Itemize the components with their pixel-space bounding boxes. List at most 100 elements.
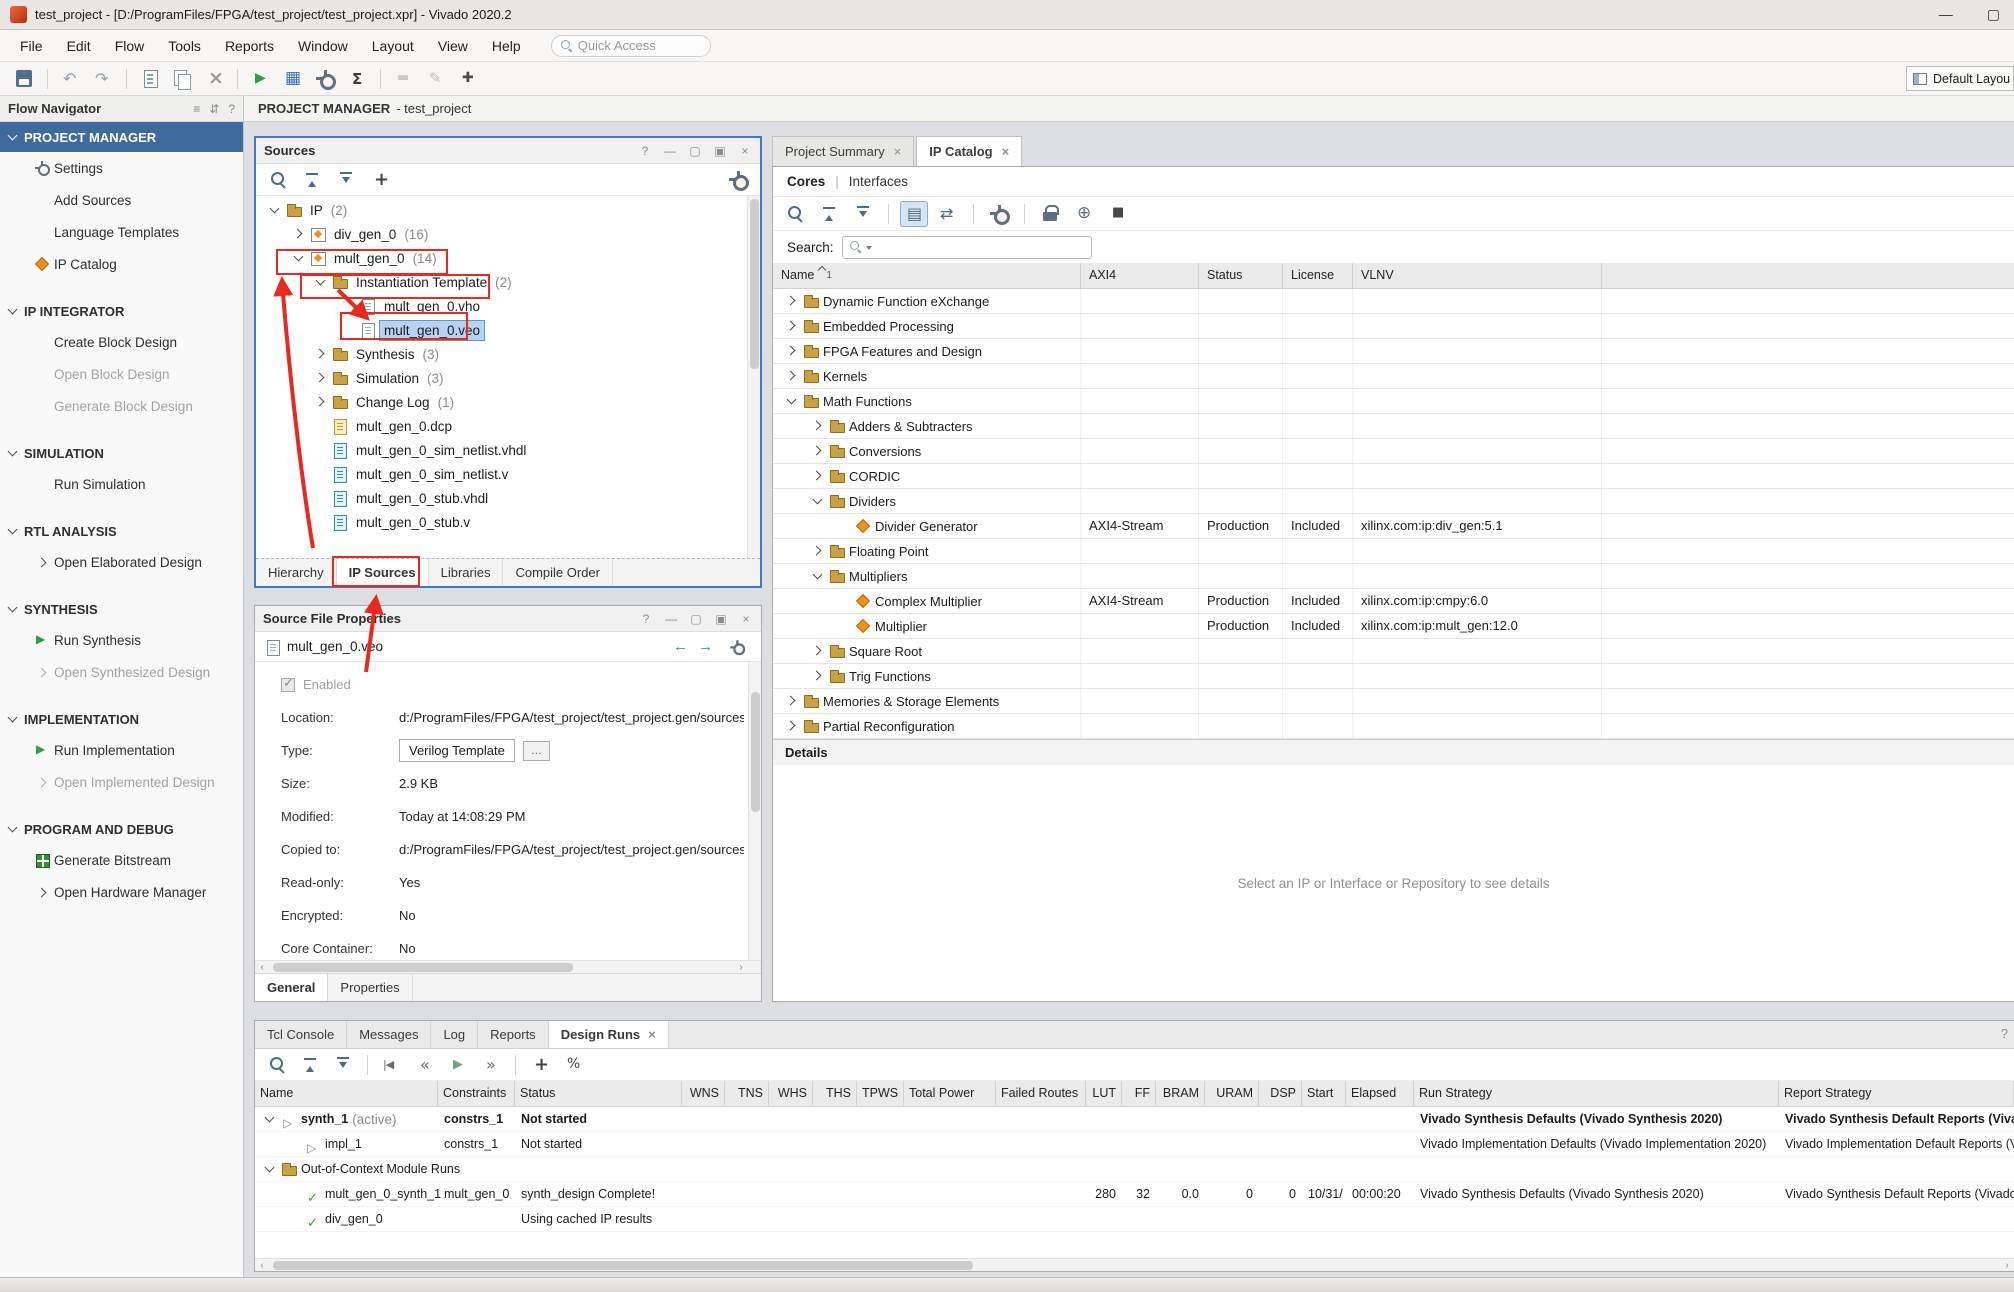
catalog-row[interactable]: Embedded Processing <box>773 314 2014 339</box>
toolbar-button-icon[interactable] <box>422 66 450 92</box>
flow-item[interactable]: Open Implemented Design <box>0 766 243 798</box>
flow-item[interactable]: IP Catalog <box>0 248 243 280</box>
runs-toolbar-icon[interactable] <box>510 1052 521 1078</box>
help-icon[interactable]: ? <box>2001 1026 2008 1041</box>
cores-tab[interactable]: Cores <box>787 174 825 189</box>
menu-item[interactable]: Layout <box>360 33 426 59</box>
layout-selector[interactable]: Default Layou <box>1906 66 2014 91</box>
sources-toolbar-icon[interactable] <box>298 167 326 193</box>
document-tab[interactable]: IP Catalog × <box>916 136 1022 166</box>
run-row[interactable]: div_gen_0 Using cached IP results <box>255 1207 2014 1232</box>
panel-chrome-button[interactable]: ▣ <box>713 143 727 159</box>
runs-toolbar-icon[interactable] <box>263 1052 291 1078</box>
catalog-toolbar-icon[interactable] <box>849 201 877 227</box>
toolbar-button-icon[interactable] <box>42 66 53 92</box>
panel-chrome-button[interactable]: — <box>664 611 678 627</box>
flow-item[interactable]: Open Elaborated Design <box>0 546 243 578</box>
expand-chevron[interactable] <box>263 1162 277 1176</box>
runs-toolbar-icon[interactable] <box>477 1052 505 1078</box>
panel-chrome-button[interactable]: ▢ <box>689 611 703 627</box>
expand-chevron[interactable] <box>314 275 328 289</box>
catalog-row[interactable]: Conversions <box>773 439 2014 464</box>
properties-view-tab[interactable]: General <box>255 974 328 1001</box>
catalog-toolbar-icon[interactable] <box>985 201 1013 227</box>
source-tree-row[interactable]: Synthesis (3) <box>256 342 760 366</box>
catalog-toolbar-icon[interactable] <box>781 201 809 227</box>
source-tree-row[interactable]: mult_gen_0_sim_netlist.vhdl <box>256 438 760 462</box>
expand-chevron[interactable] <box>811 544 825 558</box>
bottom-panel-tab[interactable]: Tcl Console × <box>255 1021 347 1048</box>
expand-chevron[interactable] <box>314 371 328 385</box>
run-row[interactable]: synth_1 (active) constrs_1 Not started <box>255 1107 2014 1132</box>
expand-chevron[interactable] <box>811 569 825 583</box>
catalog-toolbar-icon[interactable] <box>968 201 979 227</box>
expand-chevron[interactable] <box>785 319 799 333</box>
column-header-status[interactable]: Status <box>1199 263 1283 288</box>
interfaces-tab[interactable]: Interfaces <box>849 174 908 189</box>
toolbar-button-icon[interactable] <box>247 66 275 92</box>
toolbar-button-icon[interactable] <box>343 66 371 92</box>
back-icon[interactable] <box>673 638 688 655</box>
column-header[interactable]: Status <box>515 1081 682 1106</box>
toolbar-button-icon[interactable] <box>375 66 386 92</box>
column-header-axi4[interactable]: AXI4 <box>1081 263 1199 288</box>
expand-chevron[interactable] <box>268 203 282 217</box>
panel-chrome-button[interactable]: × <box>738 143 752 159</box>
source-tree-row[interactable]: mult_gen_0.veo <box>256 318 760 342</box>
expand-chevron[interactable] <box>785 719 799 733</box>
expand-chevron[interactable] <box>811 644 825 658</box>
source-tree-row[interactable]: mult_gen_0_sim_netlist.v <box>256 462 760 486</box>
catalog-toolbar-icon[interactable] <box>815 201 843 227</box>
catalog-toolbar-icon[interactable] <box>1036 201 1064 227</box>
minimize-button[interactable]: — <box>1939 6 1953 23</box>
column-header[interactable]: FF <box>1122 1081 1156 1106</box>
catalog-search-input[interactable] <box>842 236 1092 259</box>
source-tree-row[interactable]: Change Log (1) <box>256 390 760 414</box>
toolbar-button-icon[interactable] <box>390 66 418 92</box>
catalog-row[interactable]: Square Root <box>773 639 2014 664</box>
panel-chrome-button[interactable]: — <box>663 143 677 159</box>
column-header[interactable]: Total Power <box>904 1081 996 1106</box>
flow-item[interactable]: Settings <box>0 152 243 184</box>
catalog-toolbar-icon[interactable] <box>1070 201 1098 227</box>
column-header[interactable]: Run Strategy <box>1414 1081 1779 1106</box>
column-header[interactable]: Elapsed <box>1346 1081 1414 1106</box>
source-tree-row[interactable]: mult_gen_0 (14) <box>256 246 760 270</box>
sources-view-tab[interactable]: Libraries <box>429 559 504 586</box>
flow-item[interactable]: Generate Bitstream <box>0 844 243 876</box>
flow-item[interactable]: Add Sources <box>0 184 243 216</box>
source-tree-row[interactable]: mult_gen_0.dcp <box>256 414 760 438</box>
catalog-row[interactable]: Dynamic Function eXchange <box>773 289 2014 314</box>
source-tree-row[interactable]: Simulation (3) <box>256 366 760 390</box>
expand-chevron[interactable] <box>811 669 825 683</box>
sources-view-tab[interactable]: Compile Order <box>503 559 613 586</box>
catalog-row[interactable]: Partial Reconfiguration <box>773 714 2014 739</box>
expand-chevron[interactable] <box>314 347 328 361</box>
flow-section-header[interactable]: SYNTHESIS <box>0 594 243 624</box>
menu-item[interactable]: File <box>8 33 55 59</box>
column-header[interactable]: Constraints <box>438 1081 515 1106</box>
column-header-vlnv[interactable]: VLNV <box>1353 263 1602 288</box>
panel-chrome-button[interactable]: × <box>739 611 753 627</box>
column-header[interactable]: Report Strategy <box>1779 1081 2014 1106</box>
toolbar-button-icon[interactable] <box>279 66 307 92</box>
menu-item[interactable]: Help <box>480 33 533 59</box>
expand-chevron[interactable] <box>811 469 825 483</box>
close-icon[interactable]: × <box>894 144 902 159</box>
sources-view-tab[interactable]: Hierarchy <box>256 559 337 586</box>
flow-section-header[interactable]: IP INTEGRATOR <box>0 296 243 326</box>
flow-item[interactable]: Run Synthesis <box>0 624 243 656</box>
flow-section-header[interactable]: IMPLEMENTATION <box>0 704 243 734</box>
column-header[interactable]: BRAM <box>1156 1081 1205 1106</box>
properties-view-tab[interactable]: Properties <box>328 974 412 1001</box>
expand-chevron[interactable] <box>785 694 799 708</box>
catalog-toolbar-icon[interactable] <box>900 201 928 227</box>
toolbar-button-icon[interactable] <box>168 66 196 92</box>
catalog-row[interactable]: FPGA Features and Design <box>773 339 2014 364</box>
catalog-row[interactable]: Adders & Subtracters <box>773 414 2014 439</box>
catalog-row[interactable]: CORDIC <box>773 464 2014 489</box>
catalog-row[interactable]: Trig Functions <box>773 664 2014 689</box>
expand-chevron[interactable] <box>785 394 799 408</box>
expand-chevron[interactable] <box>263 1112 277 1126</box>
catalog-toolbar-icon[interactable] <box>934 201 962 227</box>
